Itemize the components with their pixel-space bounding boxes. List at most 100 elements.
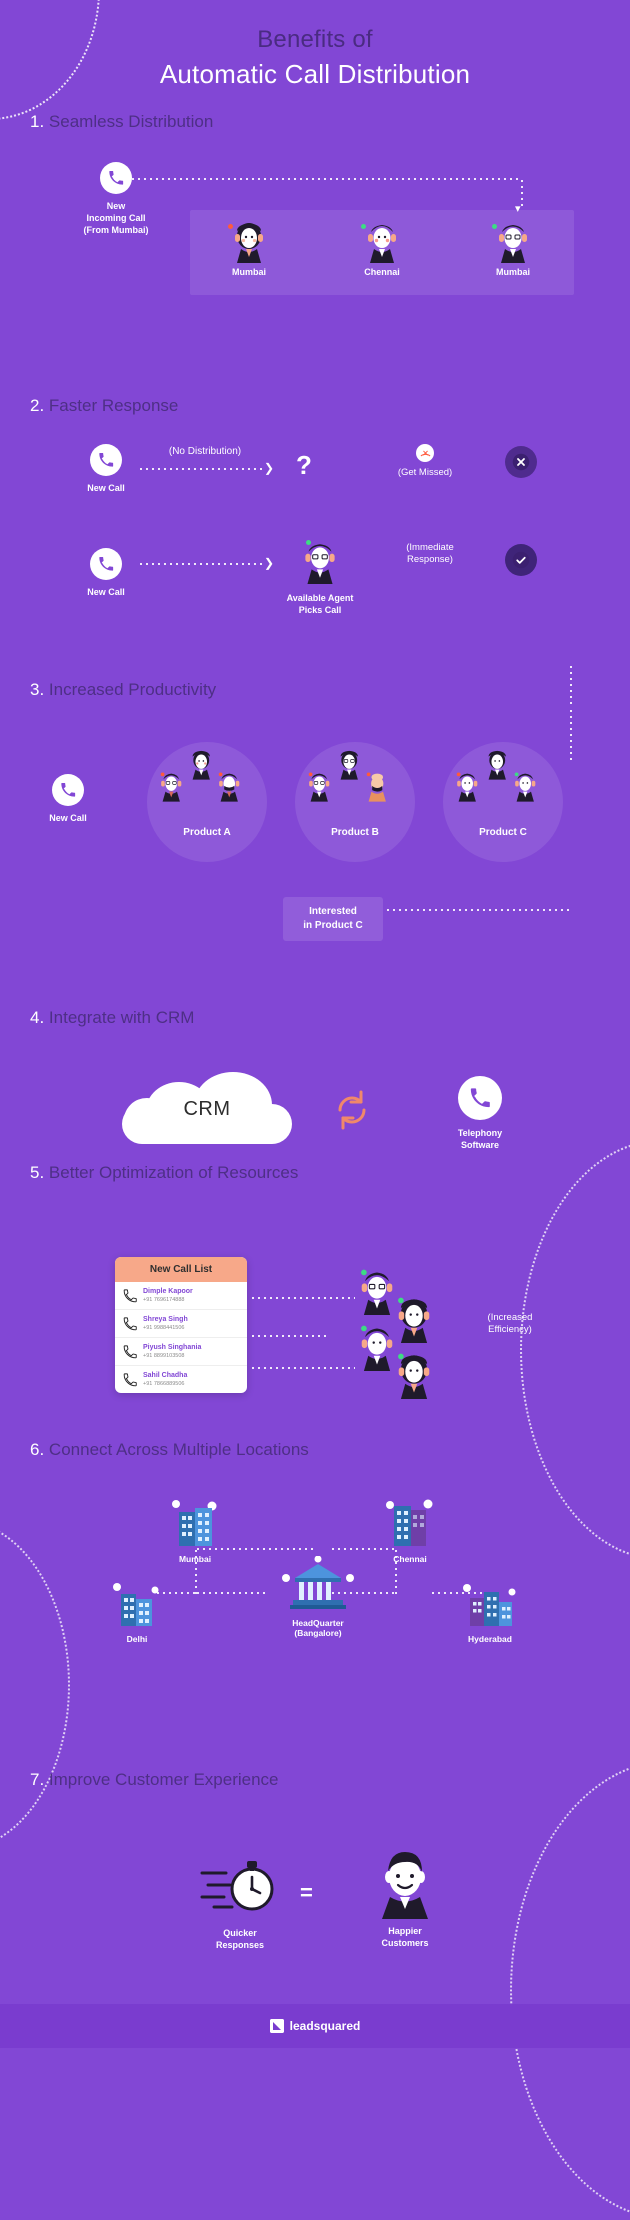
- outgoing-call-icon: [123, 1344, 137, 1358]
- telephony-label-1: Telephony: [457, 1128, 503, 1138]
- missed-call-icon: [416, 444, 434, 462]
- incoming-call-source: New Incoming Call (From Mumbai): [61, 162, 171, 236]
- available-agent-label-1: Available Agent: [286, 593, 354, 603]
- section-5-title: Better Optimization of Resources: [48, 1163, 299, 1182]
- location-label-hyderabad: Hyderabad: [468, 1634, 512, 1644]
- immediate-response-line2: Response): [407, 554, 453, 565]
- interest-box: Interested in Product C: [283, 897, 383, 941]
- telephony-software-node: Telephony Software: [410, 1076, 550, 1151]
- chevron-right-icon: ❯: [264, 461, 275, 475]
- location-label-mumbai: Mumbai: [178, 1554, 212, 1564]
- new-call-node: New Call: [76, 444, 136, 494]
- headquarter-line-1: HeadQuarter: [292, 1618, 344, 1628]
- happier-customers-node: Happier Customers: [340, 1847, 470, 1949]
- immediate-response-label: (Immediate Response): [375, 542, 485, 566]
- section-3-title: Increased Productivity: [48, 680, 217, 699]
- status-dot-available: [361, 224, 366, 229]
- section-1-heading-wrap: 1. Seamless Distribution: [0, 112, 630, 132]
- office-building-icon: [172, 1500, 217, 1546]
- happy-customer-icon: [382, 1852, 428, 1919]
- section-4-title: Integrate with CRM: [48, 1008, 195, 1027]
- section-2-heading: 2. Faster Response: [0, 396, 630, 416]
- decorative-dotted-arc-right-2: [510, 1760, 630, 2220]
- missed-call-node: (Get Missed): [370, 444, 480, 479]
- caller-name: Shreya Singh: [143, 1316, 188, 1323]
- section-5-number: 5.: [30, 1163, 45, 1182]
- phone-icon: [90, 548, 122, 580]
- office-building-icon: [463, 1584, 516, 1626]
- new-call-label: New Call: [49, 813, 87, 823]
- section-6-heading-wrap: 6. Connect Across Multiple Locations: [0, 1440, 630, 1460]
- call-list-item[interactable]: Sahil Chadha +91 7866889506: [115, 1366, 247, 1393]
- equals-symbol: =: [300, 1880, 313, 1905]
- happier-line-2: Customers: [381, 1938, 429, 1948]
- no-distribution-label: (No Distribution): [168, 446, 242, 457]
- available-agent-node: Available Agent Picks Call: [265, 538, 375, 616]
- location-chennai: Chennai: [365, 1498, 455, 1564]
- quicker-line-1: Quicker: [223, 1928, 257, 1938]
- agent-avatar-male-glasses: [499, 225, 527, 263]
- new-call-label: New Call: [87, 587, 125, 597]
- check-badge-icon: [505, 544, 537, 576]
- agent-card-2: Mumbai: [468, 218, 558, 278]
- new-call-node: New Call: [38, 774, 98, 824]
- interest-line-1: Interested: [309, 906, 357, 917]
- crm-label: CRM: [183, 1098, 231, 1120]
- decorative-dotted-arc-right-1: [520, 1140, 630, 1560]
- section-7-heading: 7. Improve Customer Experience: [0, 1770, 630, 1790]
- get-missed-label: (Get Missed): [397, 467, 453, 478]
- immediate-response-line1: (Immediate: [406, 542, 454, 553]
- agent-avatar-female: [398, 1353, 430, 1399]
- office-building-icon: [113, 1583, 159, 1626]
- new-call-node: New Call: [76, 548, 136, 598]
- status-dot-available: [306, 540, 311, 545]
- location-mumbai: Mumbai: [150, 1498, 240, 1564]
- agent-avatar-male: [368, 225, 396, 263]
- outgoing-call-icon: [123, 1316, 137, 1330]
- product-label-c: Product C: [479, 827, 527, 838]
- agent-name-1: Chennai: [364, 267, 400, 277]
- section-4-number: 4.: [30, 1008, 45, 1027]
- location-hyderabad: Hyderabad: [435, 1580, 545, 1644]
- flow-dotted-line: [138, 468, 263, 470]
- agent-name-2: Mumbai: [495, 267, 530, 277]
- section-7-heading-wrap: 7. Improve Customer Experience: [0, 1770, 630, 1790]
- agent-card-0: Mumbai: [204, 218, 294, 278]
- section-3-number: 3.: [30, 680, 45, 699]
- section-2-row-0: New Call (No Distribution) ❯ ? (Get Miss…: [0, 444, 630, 524]
- efficiency-line-2: Efficiency): [488, 1324, 532, 1335]
- decorative-dotted-arc-left-1: [0, 1520, 70, 1850]
- section-2-title: Faster Response: [48, 396, 179, 415]
- call-list-item[interactable]: Shreya Singh +91 9988441506: [115, 1310, 247, 1338]
- agents-panel: Mumbai Chennai Mumbai: [190, 210, 574, 295]
- phone-icon: [90, 444, 122, 476]
- new-call-list-card[interactable]: New Call List Dimple Kapoor +91 76961748…: [115, 1257, 247, 1393]
- section-1-heading: 1. Seamless Distribution: [0, 112, 630, 132]
- footer-bar: leadsquared: [0, 2004, 630, 2048]
- product-group-c: Product C: [443, 742, 563, 862]
- call-list-item[interactable]: Piyush Singhania +91 8899103508: [115, 1338, 247, 1366]
- efficiency-line-1: (Increased: [487, 1312, 533, 1323]
- quicker-responses-node: Quicker Responses: [175, 1855, 305, 1951]
- telephony-label-2: Software: [460, 1140, 499, 1150]
- location-delhi: Delhi: [92, 1580, 182, 1644]
- incoming-call-label-3: (From Mumbai): [83, 225, 149, 235]
- section-5-heading: 5. Better Optimization of Resources: [0, 1163, 630, 1183]
- outgoing-call-icon: [123, 1372, 137, 1386]
- product-group-a: Product A: [147, 742, 267, 862]
- section-4-heading: 4. Integrate with CRM: [0, 1008, 630, 1028]
- section-3-heading: 3. Increased Productivity: [0, 680, 630, 700]
- section-7-number: 7.: [30, 1770, 45, 1789]
- incoming-call-label-2: Incoming Call: [86, 213, 146, 223]
- footer-brand: leadsquared: [289, 2019, 361, 2033]
- assign-dotted-line: [250, 1367, 355, 1369]
- product-group-b: Product B: [295, 742, 415, 862]
- call-route-dotted-drop: [521, 178, 523, 206]
- product-label-a: Product A: [183, 827, 231, 838]
- happier-line-1: Happier: [388, 1926, 422, 1936]
- assign-dotted-line: [250, 1335, 330, 1337]
- call-list-item[interactable]: Dimple Kapoor +91 7696174888: [115, 1282, 247, 1310]
- caller-name: Piyush Singhania: [143, 1344, 202, 1351]
- sync-arrows-icon: [330, 1088, 374, 1137]
- agent-name-0: Mumbai: [231, 267, 266, 277]
